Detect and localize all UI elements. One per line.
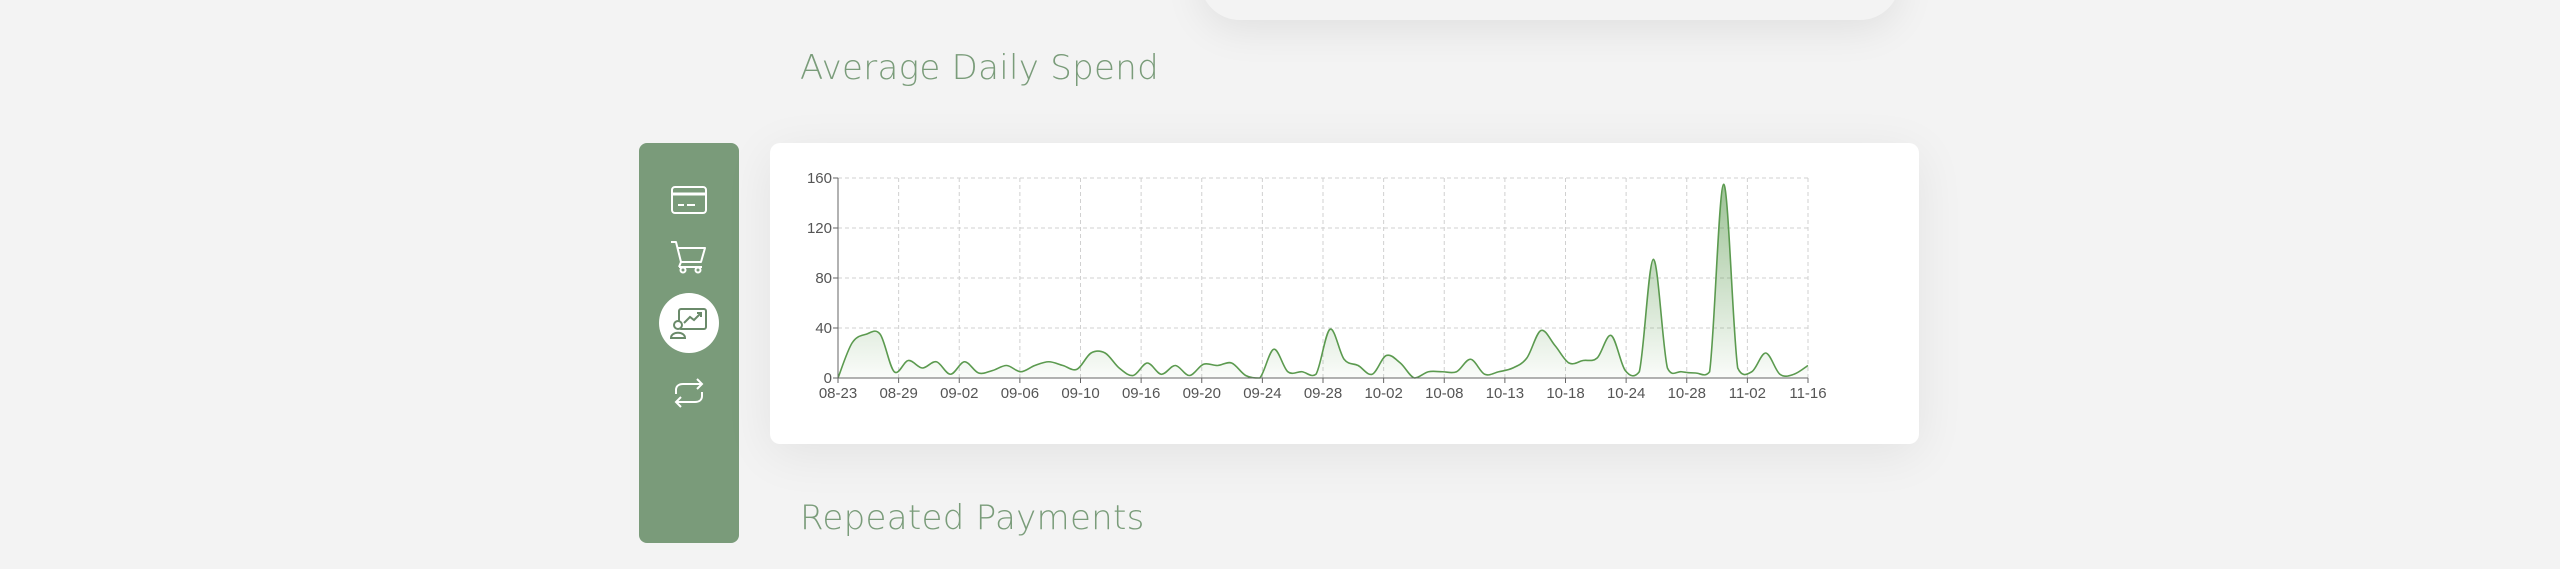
x-tick-label: 08-23 (819, 385, 857, 402)
sidebar-item-analytics[interactable] (659, 293, 719, 353)
x-tick-label: 09-28 (1304, 385, 1342, 402)
average-daily-spend-title: Average Daily Spend (800, 48, 1159, 88)
x-tick-label: 09-20 (1183, 385, 1221, 402)
sidebar-item-repeat[interactable] (659, 363, 719, 423)
x-tick-label: 10-08 (1425, 385, 1463, 402)
sidebar (639, 143, 739, 543)
x-tick-label: 10-18 (1546, 385, 1584, 402)
x-tick-label: 10-28 (1668, 385, 1706, 402)
repeat-icon (674, 378, 704, 408)
y-tick-label: 40 (815, 320, 832, 337)
x-tick-label: 09-02 (940, 385, 978, 402)
x-tick-label: 11-16 (1789, 385, 1826, 402)
credit-card-icon (671, 186, 707, 214)
sidebar-item-shopping[interactable] (659, 226, 719, 286)
y-tick-label: 120 (807, 220, 832, 237)
x-tick-label: 09-10 (1061, 385, 1099, 402)
x-tick-label: 09-24 (1243, 385, 1281, 402)
shopping-cart-icon (671, 241, 706, 274)
y-tick-label: 160 (807, 170, 832, 187)
y-tick-label: 80 (815, 270, 832, 287)
x-tick-label: 09-16 (1122, 385, 1160, 402)
x-tick-label: 11-02 (1729, 385, 1766, 402)
x-tick-label: 10-24 (1607, 385, 1645, 402)
x-tick-label: 10-02 (1364, 385, 1402, 402)
x-tick-label: 10-13 (1486, 385, 1524, 402)
average-daily-spend-card: 0 40 80 120 160 08-23 08-29 09-02 09-06 09-10 09-1… (770, 143, 1919, 444)
x-tick-label: 09-06 (1001, 385, 1039, 402)
sidebar-item-cards[interactable] (659, 170, 719, 230)
analytics-icon (669, 308, 707, 339)
average-daily-spend-chart: 0408012016008-23 08-29 09-02 09-06 09-10 09-1… (807, 170, 1827, 402)
x-tick-label: 08-29 (879, 385, 917, 402)
top-card-shadow (1200, 0, 1900, 20)
repeated-payments-title: Repeated Payments (800, 498, 1145, 538)
